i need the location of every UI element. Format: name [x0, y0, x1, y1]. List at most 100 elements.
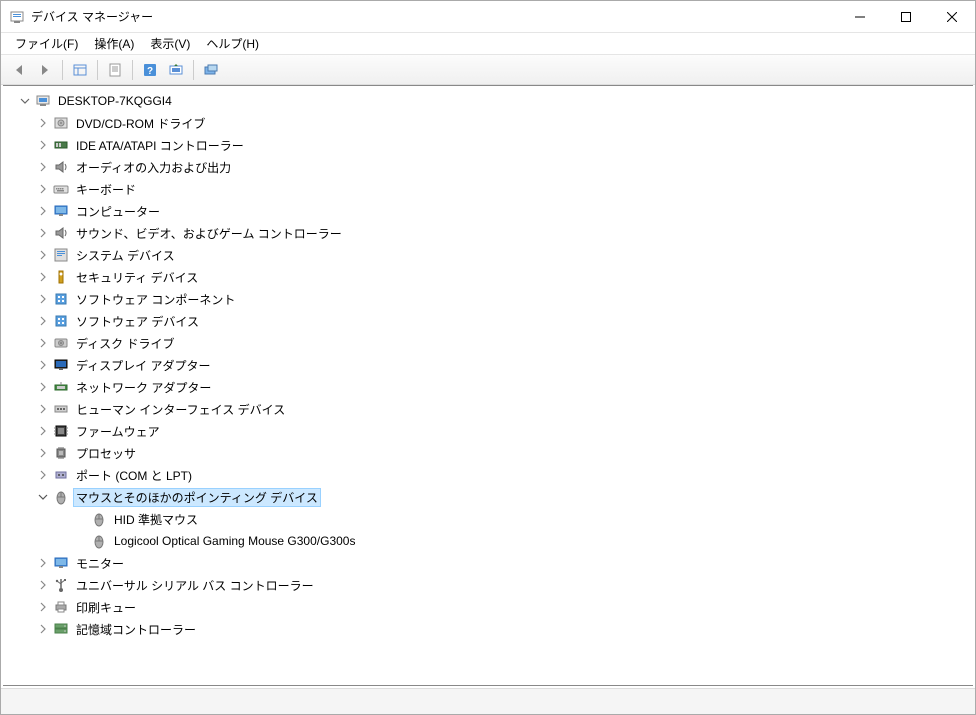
tree-category-software-component[interactable]: ソフトウェア コンポーネント [5, 288, 971, 310]
chevron-right-icon[interactable] [35, 423, 51, 439]
chevron-right-icon[interactable] [35, 313, 51, 329]
cpu-icon [53, 445, 69, 461]
chevron-right-icon[interactable] [35, 467, 51, 483]
tree-category-label: ソフトウェア デバイス [73, 312, 202, 331]
chevron-right-icon[interactable] [35, 555, 51, 571]
chevron-right-icon[interactable] [35, 401, 51, 417]
chevron-down-icon[interactable] [35, 489, 51, 505]
chevron-right-icon[interactable] [35, 181, 51, 197]
tree-category-mouse[interactable]: マウスとそのほかのポインティング デバイス [5, 486, 971, 508]
tree-category-print-queue[interactable]: 印刷キュー [5, 596, 971, 618]
chevron-right-icon[interactable] [35, 599, 51, 615]
device-manager-window: デバイス マネージャー ファイル(F) 操作(A) 表示(V) ヘルプ(H) ? [0, 0, 976, 715]
menu-action[interactable]: 操作(A) [86, 33, 142, 54]
help-button[interactable]: ? [138, 58, 162, 82]
chevron-right-icon[interactable] [35, 335, 51, 351]
tree-category-processor[interactable]: プロセッサ [5, 442, 971, 464]
tree-category-firmware[interactable]: ファームウェア [5, 420, 971, 442]
tree-category-label: セキュリティ デバイス [73, 268, 201, 287]
tree-category-ports[interactable]: ポート (COM と LPT) [5, 464, 971, 486]
menu-file[interactable]: ファイル(F) [7, 33, 86, 54]
port-icon [53, 467, 69, 483]
forward-button[interactable] [33, 58, 57, 82]
software-icon [53, 313, 69, 329]
app-icon [9, 9, 25, 25]
menubar: ファイル(F) 操作(A) 表示(V) ヘルプ(H) [1, 33, 975, 55]
tree-category-ide[interactable]: IDE ATA/ATAPI コントローラー [5, 134, 971, 156]
back-button[interactable] [7, 58, 31, 82]
tree-category-label: システム デバイス [73, 246, 178, 265]
tree-category-storage[interactable]: 記憶域コントローラー [5, 618, 971, 640]
speaker-icon [53, 225, 69, 241]
close-button[interactable] [929, 1, 975, 33]
scan-hardware-button[interactable] [164, 58, 188, 82]
show-hide-tree-button[interactable] [68, 58, 92, 82]
tree-category-label: サウンド、ビデオ、およびゲーム コントローラー [73, 224, 345, 243]
monitor-icon [53, 203, 69, 219]
tree-category-keyboard[interactable]: キーボード [5, 178, 971, 200]
chevron-right-icon[interactable] [35, 379, 51, 395]
minimize-button[interactable] [837, 1, 883, 33]
tree-category-label: プロセッサ [73, 444, 139, 463]
keyboard-icon [53, 181, 69, 197]
tree-category-label: DVD/CD-ROM ドライブ [73, 114, 208, 133]
chevron-right-icon[interactable] [35, 159, 51, 175]
tree-category-label: モニター [73, 554, 127, 573]
tree-root[interactable]: DESKTOP-7KQGGI4 [5, 90, 971, 112]
chevron-down-icon[interactable] [17, 93, 33, 109]
tree-device-label: HID 準拠マウス [111, 510, 201, 529]
statusbar [1, 688, 975, 714]
tree-category-label: ポート (COM と LPT) [73, 466, 195, 485]
tree-category-label: ヒューマン インターフェイス デバイス [73, 400, 288, 419]
tree-device-label: Logicool Optical Gaming Mouse G300/G300s [111, 533, 358, 549]
tree-category-dvd[interactable]: DVD/CD-ROM ドライブ [5, 112, 971, 134]
toolbar-sep [132, 60, 133, 80]
chevron-right-icon[interactable] [35, 445, 51, 461]
disc-icon [53, 115, 69, 131]
tree-device[interactable]: Logicool Optical Gaming Mouse G300/G300s [5, 530, 971, 552]
tree-category-hid[interactable]: ヒューマン インターフェイス デバイス [5, 398, 971, 420]
chevron-right-icon[interactable] [35, 291, 51, 307]
chevron-right-icon[interactable] [35, 269, 51, 285]
tree-category-computer[interactable]: コンピューター [5, 200, 971, 222]
speaker-icon [53, 159, 69, 175]
devices-button[interactable] [199, 58, 223, 82]
tree-category-label: ユニバーサル シリアル バス コントローラー [73, 576, 317, 595]
tree-device[interactable]: HID 準拠マウス [5, 508, 971, 530]
printer-icon [53, 599, 69, 615]
tree-category-display[interactable]: ディスプレイ アダプター [5, 354, 971, 376]
mouse-icon [53, 489, 69, 505]
chevron-right-icon[interactable] [35, 357, 51, 373]
tree-category-system[interactable]: システム デバイス [5, 244, 971, 266]
chevron-right-icon[interactable] [35, 621, 51, 637]
chevron-right-icon[interactable] [35, 203, 51, 219]
tree-category-network[interactable]: ネットワーク アダプター [5, 376, 971, 398]
tree-category-usb[interactable]: ユニバーサル シリアル バス コントローラー [5, 574, 971, 596]
menu-view[interactable]: 表示(V) [142, 33, 198, 54]
menu-help[interactable]: ヘルプ(H) [198, 33, 267, 54]
tree-category-security[interactable]: セキュリティ デバイス [5, 266, 971, 288]
tree-category-audio-io[interactable]: オーディオの入力および出力 [5, 156, 971, 178]
toolbar-sep [193, 60, 194, 80]
hid-icon [53, 401, 69, 417]
usb-icon [53, 577, 69, 593]
system-icon [53, 247, 69, 263]
chevron-right-icon[interactable] [35, 247, 51, 263]
titlebar: デバイス マネージャー [1, 1, 975, 33]
tree-category-label: ネットワーク アダプター [73, 378, 214, 397]
chevron-right-icon[interactable] [35, 225, 51, 241]
tree-category-software-device[interactable]: ソフトウェア デバイス [5, 310, 971, 332]
properties-button[interactable] [103, 58, 127, 82]
tree-category-sound-video[interactable]: サウンド、ビデオ、およびゲーム コントローラー [5, 222, 971, 244]
chevron-right-icon[interactable] [35, 577, 51, 593]
toolbar: ? [1, 55, 975, 85]
chevron-right-icon[interactable] [35, 115, 51, 131]
maximize-button[interactable] [883, 1, 929, 33]
tree-category-disk[interactable]: ディスク ドライブ [5, 332, 971, 354]
tree-root-label: DESKTOP-7KQGGI4 [55, 93, 175, 109]
device-tree[interactable]: DESKTOP-7KQGGI4 DVD/CD-ROM ドライブIDE ATA/A… [3, 85, 973, 686]
tree-category-label: 記憶域コントローラー [73, 620, 199, 639]
tree-category-monitor[interactable]: モニター [5, 552, 971, 574]
toolbar-sep [97, 60, 98, 80]
chevron-right-icon[interactable] [35, 137, 51, 153]
